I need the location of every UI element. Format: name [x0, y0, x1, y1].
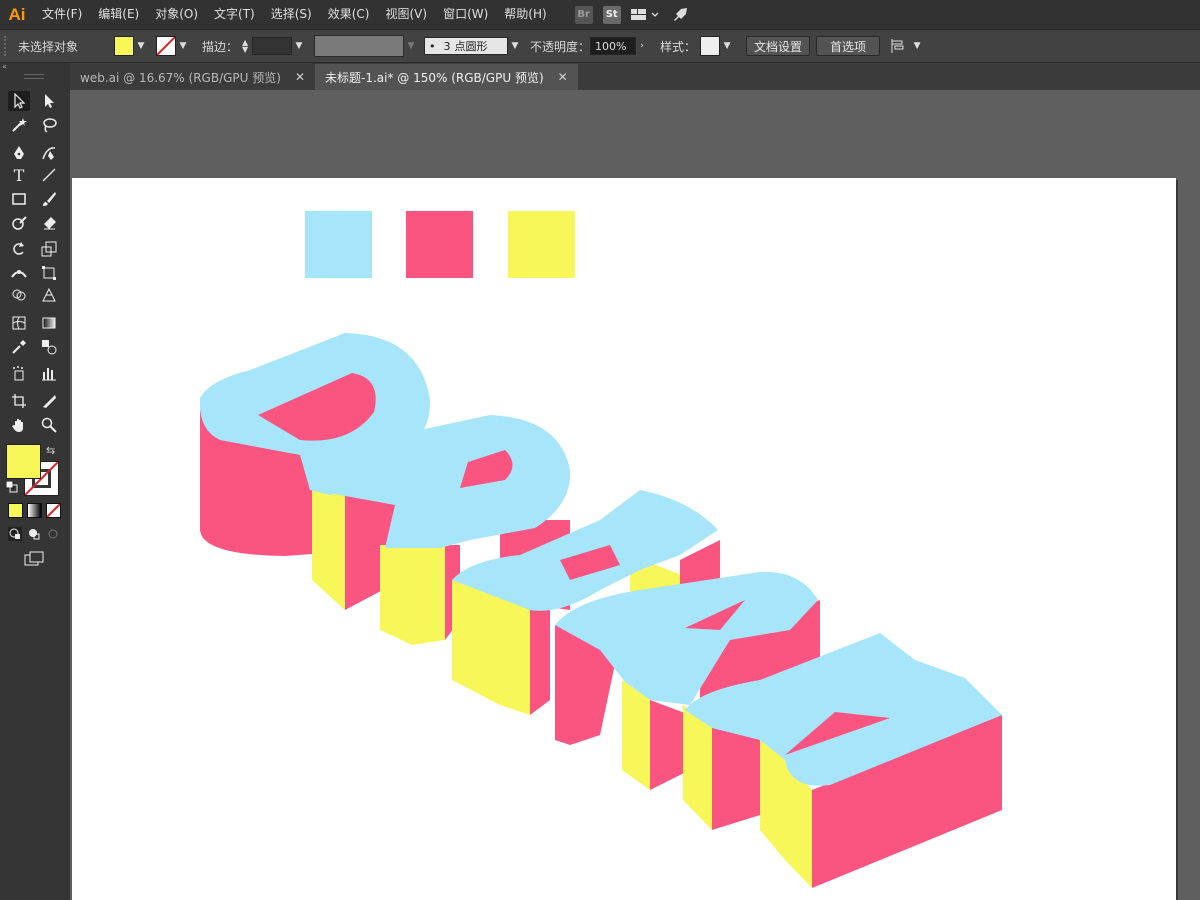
brush-definition-field[interactable]: • 3 点圆形 — [424, 37, 509, 55]
zoom-tool-icon[interactable] — [38, 415, 60, 435]
fill-dropdown-icon[interactable]: ▼ — [134, 37, 148, 55]
menu-object[interactable]: 对象(O) — [147, 0, 206, 29]
symbol-sprayer-tool-icon[interactable] — [8, 363, 30, 383]
paintbrush-tool-icon[interactable] — [38, 189, 60, 209]
eyedropper-tool-icon[interactable] — [8, 337, 30, 357]
curvature-tool-icon[interactable] — [38, 143, 60, 163]
opacity-input[interactable]: 100% — [590, 37, 637, 55]
close-icon[interactable]: ✕ — [295, 70, 305, 84]
stroke-swatch[interactable] — [156, 36, 176, 56]
selection-status: 未选择对象 — [18, 39, 79, 54]
rectangle-tool-icon[interactable] — [8, 189, 30, 209]
stroke-label: 描边： — [202, 39, 239, 54]
tab-untitled-1[interactable]: 未标题-1.ai* @ 150% (RGB/GPU 预览) ✕ — [315, 64, 578, 90]
swatch-pink[interactable] — [406, 211, 473, 278]
menu-bar: Ai 文件(F) 编辑(E) 对象(O) 文字(T) 选择(S) 效果(C) 视… — [0, 0, 1200, 30]
brush-dropdown-icon[interactable]: ▼ — [508, 37, 522, 55]
perspective-grid-tool-icon[interactable] — [38, 285, 60, 305]
variable-width-profile[interactable] — [314, 35, 405, 57]
style-dropdown-icon[interactable]: ▼ — [720, 37, 734, 55]
menu-window[interactable]: 窗口(W) — [435, 0, 496, 29]
brush-size: 3 — [443, 39, 451, 53]
workspace-layout-icon[interactable] — [630, 6, 661, 24]
default-fill-stroke-icon[interactable] — [5, 480, 18, 493]
panel-grip[interactable] — [24, 74, 44, 79]
hand-tool-icon[interactable] — [8, 415, 30, 435]
free-transform-tool-icon[interactable] — [38, 263, 60, 283]
document-tabs: web.ai @ 16.67% (RGB/GPU 预览) ✕ 未标题-1.ai*… — [70, 63, 1200, 90]
brush-dot-icon: • — [429, 39, 436, 53]
tools-panel: « T ⇆ — [0, 63, 71, 900]
menu-select[interactable]: 选择(S) — [263, 0, 320, 29]
swatch-light-blue[interactable] — [305, 211, 372, 278]
stroke-dropdown-icon[interactable]: ▼ — [176, 37, 190, 55]
stock-icon[interactable]: St — [602, 5, 621, 24]
tab-label: 未标题-1.ai* @ 150% (RGB/GPU 预览) — [325, 70, 544, 85]
menu-type[interactable]: 文字(T) — [206, 0, 263, 29]
menu-view[interactable]: 视图(V) — [377, 0, 435, 29]
line-segment-tool-icon[interactable] — [38, 165, 60, 185]
width-tool-icon[interactable] — [8, 263, 30, 283]
gradient-mode-icon[interactable] — [27, 503, 42, 518]
shaper-tool-icon[interactable] — [8, 213, 30, 233]
profile-dropdown-icon[interactable]: ▼ — [404, 37, 418, 55]
selection-tool-icon[interactable] — [8, 91, 30, 111]
direct-selection-tool-icon[interactable] — [38, 91, 60, 111]
rocket-icon[interactable] — [671, 6, 689, 24]
style-label: 样式： — [660, 39, 697, 54]
menu-edit[interactable]: 编辑(E) — [90, 0, 147, 29]
draw-inside-icon[interactable] — [46, 527, 60, 541]
toolbox-fill-swatch[interactable] — [6, 444, 41, 479]
mesh-tool-icon[interactable] — [8, 313, 30, 333]
artboard[interactable] — [72, 178, 1176, 900]
collapse-panel-icon[interactable]: « — [2, 63, 68, 71]
menu-help[interactable]: 帮助(H) — [496, 0, 554, 29]
control-bar-grip[interactable] — [4, 36, 12, 56]
screen-mode-icon[interactable] — [24, 551, 46, 567]
menu-effect[interactable]: 效果(C) — [320, 0, 378, 29]
magic-wand-tool-icon[interactable] — [8, 115, 30, 135]
artboard-tool-icon[interactable] — [8, 391, 30, 411]
brush-name: 点圆形 — [454, 40, 488, 53]
stock-icon-label: St — [605, 9, 618, 20]
column-graph-tool-icon[interactable] — [38, 363, 60, 383]
arrange-dropdown-icon[interactable]: ▼ — [910, 37, 924, 55]
type-tool-icon[interactable]: T — [8, 165, 30, 185]
fill-swatch[interactable] — [114, 36, 134, 56]
preferences-button[interactable]: 首选项 — [816, 36, 881, 56]
app-logo: Ai — [8, 4, 26, 24]
stroke-weight-stepper-icon[interactable]: ▲ ▼ — [238, 37, 252, 55]
none-mode-icon[interactable] — [46, 503, 61, 518]
draw-normal-icon[interactable] — [8, 527, 22, 541]
menu-file[interactable]: 文件(F) — [34, 0, 90, 29]
close-icon[interactable]: ✕ — [558, 70, 568, 84]
draw-behind-icon[interactable] — [27, 527, 41, 541]
opacity-expand-icon[interactable]: › — [636, 37, 648, 55]
stroke-weight-dropdown-icon[interactable]: ▼ — [292, 37, 306, 55]
stroke-weight-input[interactable] — [252, 37, 293, 55]
graphic-style-swatch[interactable] — [700, 36, 721, 56]
scale-tool-icon[interactable] — [38, 239, 60, 259]
bridge-icon[interactable]: Br — [574, 5, 593, 24]
rotate-tool-icon[interactable] — [8, 239, 30, 259]
shape-builder-tool-icon[interactable] — [8, 285, 30, 305]
swap-fill-stroke-icon[interactable]: ⇆ — [46, 444, 60, 457]
opacity-label: 不透明度： — [530, 39, 591, 54]
bridge-icon-label: Br — [577, 9, 590, 20]
color-mode-icon[interactable] — [8, 503, 23, 518]
gradient-tool-icon[interactable] — [38, 313, 60, 333]
blend-tool-icon[interactable] — [38, 337, 60, 357]
control-bar: 未选择对象 ▼ ▼ 描边： ▲ ▼ ▼ ▼ • 3 点圆形 ▼ 不透明度： 100… — [0, 30, 1200, 63]
swatch-yellow[interactable] — [508, 211, 575, 278]
pen-tool-icon[interactable] — [8, 143, 30, 163]
tab-label: web.ai @ 16.67% (RGB/GPU 预览) — [80, 70, 281, 85]
eraser-tool-icon[interactable] — [38, 213, 60, 233]
document-setup-button[interactable]: 文档设置 — [746, 36, 811, 56]
arrange-icon[interactable] — [888, 37, 910, 55]
tab-web-ai[interactable]: web.ai @ 16.67% (RGB/GPU 预览) ✕ — [70, 64, 315, 90]
lasso-tool-icon[interactable] — [38, 115, 60, 135]
dream-3d-artwork[interactable] — [72, 178, 1176, 900]
slice-tool-icon[interactable] — [38, 391, 60, 411]
